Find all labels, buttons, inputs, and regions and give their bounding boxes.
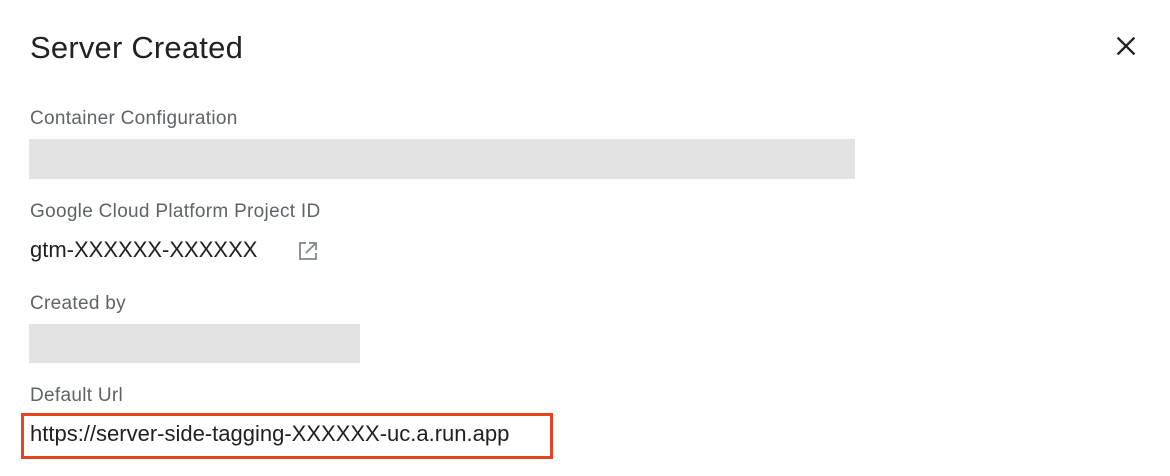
open-project-link[interactable] bbox=[296, 239, 320, 263]
dialog-title: Server Created bbox=[30, 30, 244, 65]
default-url-value: https://server-side-tagging-XXXXXX-uc.a.… bbox=[30, 421, 510, 446]
project-id-value: gtm-XXXXXX-XXXXXX bbox=[30, 237, 258, 262]
container-configuration-label: Container Configuration bbox=[30, 108, 238, 129]
open-in-new-icon bbox=[299, 242, 317, 260]
close-icon bbox=[1116, 36, 1136, 56]
project-id-label: Google Cloud Platform Project ID bbox=[30, 201, 321, 222]
container-configuration-value-redacted bbox=[29, 139, 855, 179]
default-url-label: Default Url bbox=[30, 385, 124, 406]
created-by-label: Created by bbox=[30, 293, 126, 314]
created-by-value-redacted bbox=[29, 324, 360, 363]
close-button[interactable] bbox=[1110, 30, 1142, 62]
